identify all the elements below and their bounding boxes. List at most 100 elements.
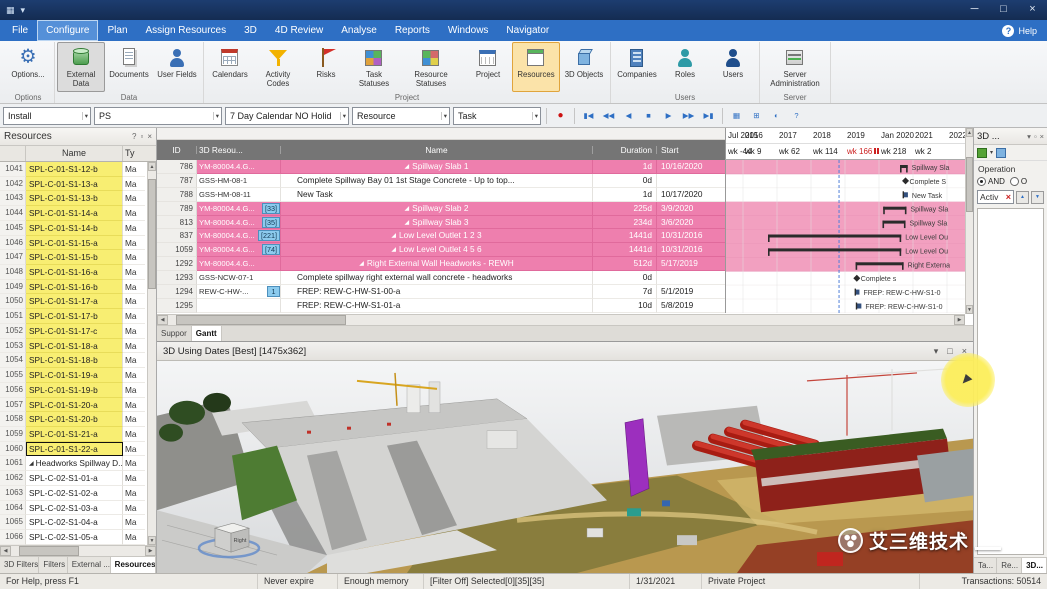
- scroll-right-icon[interactable]: ▶: [145, 546, 156, 556]
- tab-external[interactable]: External ...: [68, 557, 111, 573]
- menu-tab-navigator[interactable]: Navigator: [497, 20, 558, 41]
- activity-codes-button[interactable]: Activity Codes: [254, 42, 302, 92]
- gantt-task-row[interactable]: 813YM-80004.4.G...[35]◢Spillway Slab 323…: [157, 216, 725, 230]
- project-button[interactable]: Project: [464, 42, 512, 92]
- user-fields-button[interactable]: User Fields: [153, 42, 201, 92]
- close-icon[interactable]: ×: [962, 346, 967, 357]
- 3d-cube-icon[interactable]: [977, 148, 987, 158]
- expand-icon[interactable]: ◢: [405, 161, 410, 174]
- close-button[interactable]: ×: [1018, 0, 1047, 20]
- resources-vscrollbar[interactable]: ▲ ▼: [147, 162, 156, 545]
- info-button[interactable]: ?: [788, 107, 805, 125]
- menu-tab-4d-review[interactable]: 4D Review: [266, 20, 332, 41]
- resource-row[interactable]: 1066SPL-C-02-S1-05-aMa: [0, 530, 156, 545]
- scrollbar-track[interactable]: [11, 546, 145, 556]
- menu-tab-windows[interactable]: Windows: [439, 20, 498, 41]
- resource-row[interactable]: 1046SPL-C-01-S1-15-aMa: [0, 236, 156, 251]
- gantt-task-row[interactable]: 1293GSS-NCW-07-1Complete spillway right …: [157, 271, 725, 285]
- server-administration-button[interactable]: Server Administration: [762, 42, 828, 92]
- column-header-row-id[interactable]: [0, 146, 26, 161]
- tab-filters[interactable]: Filters: [39, 557, 67, 573]
- gantt-task-row[interactable]: 1059YM-80004.4.G...[74]◢Low Level Outlet…: [157, 243, 725, 257]
- column-header-name[interactable]: Name: [281, 146, 593, 155]
- resources-button[interactable]: Resources: [512, 42, 560, 92]
- resource-row[interactable]: 1047SPL-C-01-S1-15-bMa: [0, 250, 156, 265]
- column-header-type[interactable]: Ty: [123, 146, 156, 161]
- gantt-task-row[interactable]: 789YM-80004.4.G...[33]◢Spillway Slab 222…: [157, 202, 725, 216]
- menu-tab-file[interactable]: File: [3, 20, 37, 41]
- column-header-duration[interactable]: Duration: [593, 146, 657, 155]
- resource-row[interactable]: 1045SPL-C-01-S1-14-bMa: [0, 221, 156, 236]
- expand-icon[interactable]: ◢: [405, 203, 410, 216]
- resource-row[interactable]: 1054SPL-C-01-S1-18-bMa: [0, 353, 156, 368]
- pin-icon[interactable]: ▫: [140, 132, 143, 141]
- expand-icon[interactable]: ◢: [391, 244, 396, 257]
- users-button[interactable]: Users: [709, 42, 757, 92]
- time-options-button[interactable]: ◐: [768, 107, 785, 125]
- external-data-button[interactable]: External Data: [57, 42, 105, 92]
- minimize-button[interactable]: ─: [960, 0, 989, 20]
- column-header-id[interactable]: ID: [157, 146, 197, 155]
- resource-row[interactable]: 1059SPL-C-01-S1-21-aMa: [0, 427, 156, 442]
- chevron-down-icon[interactable]: ▾: [990, 149, 993, 156]
- resource-row[interactable]: 1065SPL-C-02-S1-04-aMa: [0, 515, 156, 530]
- tab-re[interactable]: Re...: [997, 558, 1022, 573]
- scrollbar-track[interactable]: [148, 171, 156, 536]
- record-button[interactable]: ●: [552, 107, 569, 125]
- calendars-button[interactable]: Calendars: [206, 42, 254, 92]
- column-header-name[interactable]: Name: [26, 146, 123, 161]
- resource-row[interactable]: 1050SPL-C-01-S1-17-aMa: [0, 294, 156, 309]
- expand-icon[interactable]: ◢: [405, 217, 410, 230]
- scroll-down-icon[interactable]: ▼: [148, 536, 156, 545]
- tab-suppor[interactable]: Suppor: [157, 326, 192, 341]
- ps-dropdown[interactable]: PS▾: [94, 107, 222, 125]
- move-down-button[interactable]: ▼: [1031, 191, 1044, 204]
- scroll-left-icon[interactable]: ◀: [157, 315, 168, 325]
- fast-forward-button[interactable]: ▶▶: [680, 107, 697, 125]
- scroll-down-icon[interactable]: ▼: [966, 305, 973, 314]
- scrollbar-thumb[interactable]: [966, 157, 973, 212]
- companies-button[interactable]: Companies: [613, 42, 661, 92]
- gantt-task-row[interactable]: 837YM-80004.4.G...[221]◢Low Level Outlet…: [157, 229, 725, 243]
- close-icon[interactable]: ×: [147, 132, 152, 141]
- jump-end-button[interactable]: ▶▮: [700, 107, 717, 125]
- pin-icon[interactable]: ▫: [1034, 132, 1037, 141]
- resources-hscrollbar[interactable]: ◀ ▶: [0, 545, 156, 556]
- scroll-right-icon[interactable]: ▶: [954, 315, 965, 325]
- gantt-vscrollbar[interactable]: ▲ ▼: [965, 128, 973, 314]
- scrollbar-thumb[interactable]: [176, 315, 346, 325]
- resource-row[interactable]: 1062SPL-C-02-S1-01-aMa: [0, 471, 156, 486]
- or-radio[interactable]: [1010, 177, 1019, 186]
- 3d-viewport[interactable]: Right: [157, 361, 973, 573]
- tab-gantt[interactable]: Gantt: [192, 326, 222, 341]
- help-icon[interactable]: ?: [132, 132, 136, 141]
- chevron-down-icon[interactable]: ▾: [1027, 132, 1031, 141]
- resource-row[interactable]: 1055SPL-C-01-S1-19-aMa: [0, 368, 156, 383]
- gantt-task-row[interactable]: 786YM-80004.4.G...◢Spillway Slab 11d10/1…: [157, 160, 725, 174]
- clear-filter-icon[interactable]: ×: [1006, 191, 1011, 203]
- roles-button[interactable]: Roles: [661, 42, 709, 92]
- resource-row[interactable]: 1053SPL-C-01-S1-18-aMa: [0, 339, 156, 354]
- scrollbar-track[interactable]: [168, 315, 954, 325]
- resource-row[interactable]: 1041SPL-C-01-S1-12-bMa: [0, 162, 156, 177]
- menu-tab-assign-resources[interactable]: Assign Resources: [137, 20, 236, 41]
- resource-row[interactable]: 1063SPL-C-02-S1-02-aMa: [0, 486, 156, 501]
- gantt-task-row[interactable]: 788GSS-HM-08-11New Task1d10/17/2020: [157, 188, 725, 202]
- resource-row[interactable]: 1064SPL-C-02-S1-03-aMa: [0, 501, 156, 516]
- scrollbar-track[interactable]: [966, 137, 973, 305]
- move-up-button[interactable]: ▲: [1016, 191, 1029, 204]
- menu-tab-plan[interactable]: Plan: [98, 20, 136, 41]
- activity-filter-input[interactable]: Activ ×: [977, 190, 1014, 204]
- documents-button[interactable]: Documents: [105, 42, 153, 92]
- gantt-task-row[interactable]: 787GSS-HM-08-1Complete Spillway Bay 01 1…: [157, 174, 725, 188]
- close-icon[interactable]: ×: [1040, 132, 1044, 141]
- column-header-start[interactable]: Start: [657, 146, 725, 155]
- resource-row[interactable]: 1057SPL-C-01-S1-20-aMa: [0, 398, 156, 413]
- 7-day-calendar-no-holid-dropdown[interactable]: 7 Day Calendar NO Holid▾: [225, 107, 349, 125]
- task-statuses-button[interactable]: Task Statuses: [350, 42, 398, 92]
- resource-statuses-button[interactable]: Resource Statuses: [398, 42, 464, 92]
- menu-tab-reports[interactable]: Reports: [386, 20, 439, 41]
- scrollbar-thumb[interactable]: [19, 546, 79, 556]
- resource-row[interactable]: 1049SPL-C-01-S1-16-bMa: [0, 280, 156, 295]
- 3d-filter-list[interactable]: [977, 208, 1044, 555]
